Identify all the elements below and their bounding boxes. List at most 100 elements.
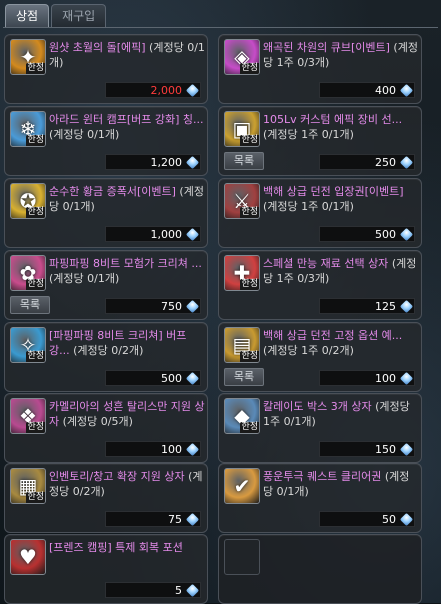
shop-item-slot[interactable]: ✔ 풍운투극 퀘스트 클리어권 (계정당 0/1개) 50 [218, 463, 422, 533]
dungeon-ticket-icon[interactable]: ⚔ 한정 [224, 183, 260, 219]
limited-badge: 한정 [26, 207, 45, 218]
inventory-expand-box-icon[interactable]: ▦ 한정 [10, 468, 46, 504]
empty-slot-icon [224, 539, 260, 575]
shop-item-slot[interactable]: ❄ 한정 아라드 윈터 캠프[버프 강화] 칭... (계정당 0/1개) 1,200 [4, 106, 208, 176]
material-box-icon[interactable]: ✚ 한정 [224, 255, 260, 291]
item-price: 1,000 [105, 226, 201, 242]
item-price: 100 [105, 441, 201, 457]
item-price: 250 [319, 154, 415, 170]
shop-item-slot[interactable]: ◆ 한정 칼레이도 박스 3개 상자 (계정당 1주 0/1개) 150 [218, 393, 422, 463]
item-name-text: 순수한 황금 증폭서[이벤트] [49, 185, 180, 198]
item-price: 1,200 [105, 154, 201, 170]
item-price: 75 [105, 511, 201, 527]
custom-epic-chest-icon[interactable]: ▣ 한정 [224, 111, 260, 147]
item-name: 105Lv 커스텀 에픽 장비 선... (계정당 1주 0/1개) [263, 112, 419, 142]
transcendence-stone-icon[interactable]: ✦ 한정 [10, 39, 46, 75]
item-name-text: [프렌즈 캠핑] 특제 회복 포션 [49, 541, 187, 554]
quest-clear-ticket-icon[interactable]: ✔ [224, 468, 260, 504]
currency-gem-icon [185, 299, 200, 314]
item-name-text: 아라드 윈터 캠프[버프 강화] 칭... [49, 113, 207, 126]
list-button[interactable]: 목록 [10, 296, 50, 314]
item-price: 150 [319, 441, 415, 457]
shop-item-slot[interactable]: ⚔ 한정 백해 상급 던전 입장권[이벤트] (계정당 1주 0/1개) 500 [218, 178, 422, 248]
quest-clear-ticket-icon-glyph: ✔ [233, 474, 251, 498]
currency-gem-icon [185, 583, 200, 598]
item-price: 500 [319, 226, 415, 242]
talisman-box-icon[interactable]: ❖ 한정 [10, 398, 46, 434]
currency-gem-icon [399, 155, 414, 170]
item-name-text: 왜곡된 차원의 큐브[이벤트] [263, 41, 394, 54]
list-button[interactable]: 목록 [224, 152, 264, 170]
limited-badge: 한정 [26, 422, 45, 433]
shop-item-slot[interactable]: ✿ 한정 파핑파핑 8비트 모험가 크리쳐 ... (계정당 0/1개) 750 목록 [4, 250, 208, 320]
limited-badge: 한정 [240, 207, 259, 218]
item-name-text: 파핑파핑 8비트 모험가 크리쳐 ... [49, 257, 206, 270]
currency-gem-icon [185, 512, 200, 527]
item-name-text: 인벤토리/창고 확장 지원 상자 [49, 470, 189, 483]
item-name-text: 105Lv 커스텀 에픽 장비 선... [263, 113, 406, 126]
item-price: 125 [319, 298, 415, 314]
limited-badge: 한정 [26, 492, 45, 503]
currency-gem-icon [399, 512, 414, 527]
fixed-option-chest-icon[interactable]: ▤ 한정 [224, 327, 260, 363]
shop-item-slot[interactable]: ✚ 한정 스페셜 만능 재료 선택 상자 (계정당 1주 0/3개) 125 [218, 250, 422, 320]
purchase-limit: (계정당 0/1개) [49, 272, 120, 285]
item-name: [파핑파핑 8비트 크리쳐] 버프 강... (계정당 0/2개) [49, 328, 205, 358]
item-price: 100 [319, 370, 415, 386]
shop-item-slot[interactable]: ✧ 한정 [파핑파핑 8비트 크리쳐] 버프 강... (계정당 0/2개) 500 [4, 322, 208, 392]
item-name-text: 풍운투극 퀘스트 클리어권 [263, 470, 385, 483]
kaleido-box-icon[interactable]: ◆ 한정 [224, 398, 260, 434]
winter-camp-icon[interactable]: ❄ 한정 [10, 111, 46, 147]
dimension-cube-icon[interactable]: ◈ 한정 [224, 39, 260, 75]
list-button[interactable]: 목록 [224, 368, 264, 386]
currency-gem-icon [399, 299, 414, 314]
recovery-potion-icon-glyph: ♥ [19, 545, 37, 569]
limited-badge: 한정 [26, 135, 45, 146]
limited-badge: 한정 [240, 351, 259, 362]
item-name-text: 스페셜 만능 재료 선택 상자 [263, 257, 392, 270]
item-name-text: 원샷 초월의 돌[에픽] [49, 41, 150, 54]
currency-gem-icon [185, 371, 200, 386]
item-price: 5 [105, 582, 201, 598]
shop-item-grid: ✦ 한정 원샷 초월의 돌[에픽] (계정당 0/1개) 2,000 ◈ 한정 왜곡된 차원… [0, 0, 441, 604]
gold-amplify-scroll-icon[interactable]: ✪ 한정 [10, 183, 46, 219]
item-name-text: 칼레이도 박스 3개 상자 [263, 400, 376, 413]
shop-item-slot[interactable]: ♥ [프렌즈 캠핑] 특제 회복 포션 5 [4, 534, 208, 604]
shop-item-slot[interactable]: ▣ 한정 105Lv 커스텀 에픽 장비 선... (계정당 1주 0/1개) 250… [218, 106, 422, 176]
item-name-text: 백해 상급 던전 고정 옵션 예... [263, 329, 406, 342]
item-price: 50 [319, 511, 415, 527]
item-name: [프렌즈 캠핑] 특제 회복 포션 [49, 540, 205, 555]
recovery-potion-icon[interactable]: ♥ [10, 539, 46, 575]
8bit-creature-icon[interactable]: ✿ 한정 [10, 255, 46, 291]
shop-item-slot[interactable]: ▦ 한정 인벤토리/창고 확장 지원 상자 (계정당 0/2개) 75 [4, 463, 208, 533]
currency-gem-icon [185, 83, 200, 98]
shop-item-slot[interactable]: ◈ 한정 왜곡된 차원의 큐브[이벤트] (계정당 1주 0/3개) 400 [218, 34, 422, 104]
purchase-limit: (계정당 1주 0/1개) [263, 128, 354, 141]
purchase-limit: (계정당 0/2개) [73, 344, 144, 357]
item-name: 칼레이도 박스 3개 상자 (계정당 1주 0/1개) [263, 399, 419, 429]
shop-item-slot[interactable]: ✦ 한정 원샷 초월의 돌[에픽] (계정당 0/1개) 2,000 [4, 34, 208, 104]
item-price: 500 [105, 370, 201, 386]
item-name: 백해 상급 던전 입장권[이벤트] (계정당 1주 0/1개) [263, 184, 419, 214]
limited-badge: 한정 [240, 63, 259, 74]
shop-item-slot[interactable]: ❖ 한정 카멜리아의 성흔 탈리스만 지원 상자 (계정당 0/5개) 100 [4, 393, 208, 463]
item-name: 백해 상급 던전 고정 옵션 예... (계정당 1주 0/2개) [263, 328, 419, 358]
shop-item-slot[interactable]: ✪ 한정 순수한 황금 증폭서[이벤트] (계정당 0/1개) 1,000 [4, 178, 208, 248]
item-name: 스페셜 만능 재료 선택 상자 (계정당 1주 0/3개) [263, 256, 419, 286]
shop-item-slot[interactable]: ▤ 한정 백해 상급 던전 고정 옵션 예... (계정당 1주 0/2개) 100 목… [218, 322, 422, 392]
item-name: 아라드 윈터 캠프[버프 강화] 칭... (계정당 0/1개) [49, 112, 205, 142]
purchase-limit: (계정당 1주 0/2개) [263, 344, 354, 357]
item-price: 400 [319, 82, 415, 98]
item-name: 카멜리아의 성흔 탈리스만 지원 상자 (계정당 0/5개) [49, 399, 205, 429]
item-name: 순수한 황금 증폭서[이벤트] (계정당 0/1개) [49, 184, 205, 214]
currency-gem-icon [399, 83, 414, 98]
item-name: 왜곡된 차원의 큐브[이벤트] (계정당 1주 0/3개) [263, 40, 419, 70]
currency-gem-icon [185, 442, 200, 457]
currency-gem-icon [185, 155, 200, 170]
creature-buff-icon[interactable]: ✧ 한정 [10, 327, 46, 363]
purchase-limit: (계정당 0/5개) [62, 415, 133, 428]
limited-badge: 한정 [26, 63, 45, 74]
item-name: 인벤토리/창고 확장 지원 상자 (계정당 0/2개) [49, 469, 205, 499]
currency-gem-icon [399, 442, 414, 457]
item-name-text: 백해 상급 던전 입장권[이벤트] [263, 185, 408, 198]
